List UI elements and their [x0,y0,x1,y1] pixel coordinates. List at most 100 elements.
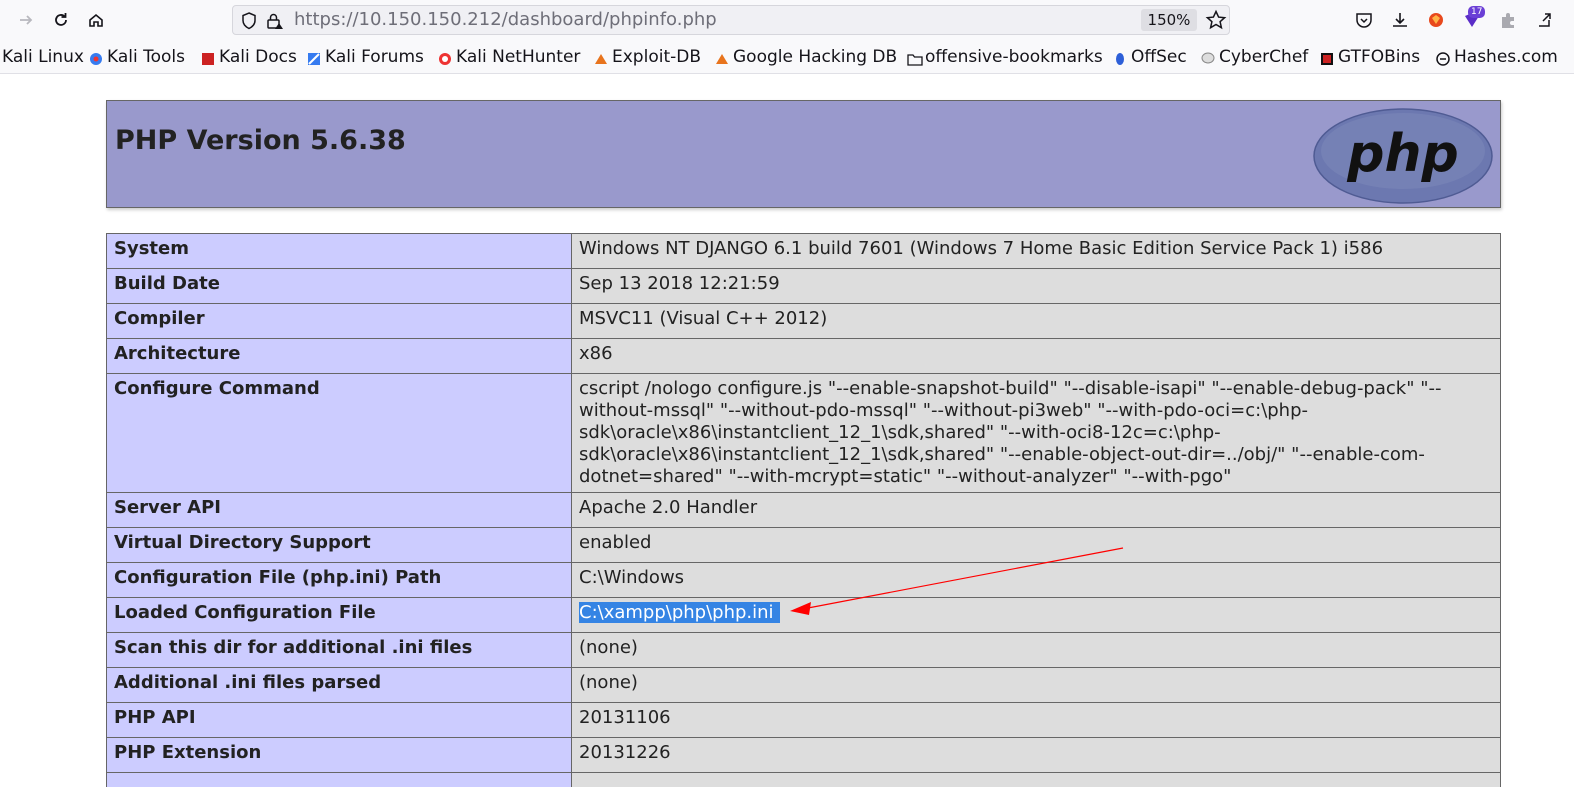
row-key: Loaded Configuration File [106,597,572,633]
ghdb-icon [715,50,729,64]
page-content: PHP Version 5.6.38 php System Windows NT … [0,74,1574,787]
url-scheme-host: https://10.150.150.212 [294,9,502,30]
table-row: System Windows NT DJANGO 6.1 build 7601 (… [106,233,1501,269]
table-row: Scan this dir for additional .ini files(… [106,632,1501,668]
bookmark-star-icon[interactable] [1205,9,1227,31]
row-value: C:\xampp\php\php.ini [571,597,1501,633]
foxyproxy-icon[interactable] [1424,8,1448,32]
bookmark-kali-tools[interactable]: Kali Tools [89,46,185,68]
row-value: C:\Windows [571,562,1501,598]
table-row: Loaded Configuration File C:\xampp\php\ph… [106,597,1501,633]
pocket-icon[interactable] [1352,8,1376,32]
row-value: x86 [571,338,1501,374]
kali-nethunter-icon [438,50,452,65]
row-key: Configuration File (php.ini) Path [106,562,572,598]
bookmark-cyberchef[interactable]: CyberChef [1201,46,1308,68]
row-value [571,772,1501,787]
php-logo-text: php [1346,124,1458,184]
exploit-db-icon [594,50,608,64]
selected-text[interactable]: C:\xampp\php\php.ini [579,602,780,623]
bookmark-exploit-db[interactable]: Exploit-DB [594,46,701,68]
row-key: Configure Command [106,373,572,493]
php-logo: php [1313,108,1493,204]
table-row: Virtual Directory Support enabled [106,527,1501,563]
page-title: PHP Version 5.6.38 [115,125,406,156]
shield-icon[interactable] [241,12,257,34]
row-value: enabled [571,527,1501,563]
download-icon[interactable] [1388,8,1412,32]
table-row [106,772,1501,787]
row-value: Windows NT DJANGO 6.1 build 7601 (Window… [571,233,1501,269]
table-row: Configuration File (php.ini) Path C:\Wind… [106,562,1501,598]
table-row: Build Date Sep 13 2018 12:21:59 [106,268,1501,304]
lock-warning-icon[interactable] [266,12,284,34]
address-bar[interactable]: https://10.150.150.212/dashboard/phpinfo… [232,5,1230,35]
row-key: System [106,233,572,269]
bookmark-label: Kali Tools [107,47,185,67]
browser-toolbar: https://10.150.150.212/dashboard/phpinfo… [0,0,1574,40]
gtfobins-icon [1320,50,1334,65]
kali-forums-icon [307,50,321,65]
zoom-level-button[interactable]: 150% [1141,9,1197,31]
kali-docs-icon [201,50,215,65]
bookmark-kali-docs[interactable]: Kali Docs [201,46,297,68]
row-key: Build Date [106,268,572,304]
table-row: Additional .ini files parsed (none) [106,667,1501,703]
phpinfo-header: PHP Version 5.6.38 php [106,100,1501,208]
row-value: cscript /nologo configure.js "--enable-s… [571,373,1501,493]
row-key: PHP API [106,702,572,738]
table-row: PHP Extension 20131226 [106,737,1501,773]
table-row: Architecture x86 [106,338,1501,374]
row-key: PHP Extension [106,737,572,773]
app-menu-icon[interactable] [1532,8,1556,32]
bookmark-label: Exploit-DB [612,47,701,67]
bookmark-label: Kali Linux [2,47,84,67]
url-text[interactable]: https://10.150.150.212/dashboard/phpinfo… [294,6,717,34]
table-row: Compiler MSVC11 (Visual C++ 2012) [106,303,1501,339]
row-value: 20131106 [571,702,1501,738]
cyberchef-icon [1201,50,1215,64]
hashes-icon [1436,50,1450,66]
row-key [106,772,572,787]
bookmark-label: Kali Docs [219,47,297,67]
bookmark-label: GTFOBins [1338,47,1421,67]
bookmark-kali-linux[interactable]: Kali Linux [2,46,84,68]
home-icon[interactable] [84,8,108,32]
bookmarks-toolbar: Kali Linux Kali Tools Kali Docs Kali For… [0,40,1574,74]
bookmark-label: CyberChef [1219,47,1309,67]
row-key: Compiler [106,303,572,339]
row-key: Virtual Directory Support [106,527,572,563]
bookmark-kali-nethunter[interactable]: Kali NetHunter [438,46,580,68]
bookmark-label: OffSec [1131,47,1187,67]
bookmark-offensive-bookmarks[interactable]: offensive-bookmarks [907,46,1103,68]
bookmark-gtfobins[interactable]: GTFOBins [1320,46,1420,68]
bookmark-label: Kali NetHunter [456,47,581,67]
row-value: Apache 2.0 Handler [571,492,1501,528]
bookmark-kali-forums[interactable]: Kali Forums [307,46,424,68]
table-row: PHP API 20131106 [106,702,1501,738]
row-key: Server API [106,492,572,528]
table-row: Server API Apache 2.0 Handler [106,492,1501,528]
kali-tools-icon [89,50,103,65]
forward-arrow-icon[interactable] [14,8,38,32]
bookmark-offsec[interactable]: OffSec [1113,46,1187,68]
bookmark-label: Kali Forums [325,47,424,67]
row-value: (none) [571,632,1501,668]
folder-icon [907,50,923,66]
bookmark-google-hacking-db[interactable]: Google Hacking DB [715,46,897,68]
row-value: (none) [571,667,1501,703]
reload-icon[interactable] [49,8,73,32]
phpinfo-table: System Windows NT DJANGO 6.1 build 7601 (… [106,233,1501,787]
bookmark-hashes-com[interactable]: Hashes.com [1436,46,1558,68]
table-row: Configure Command cscript /nologo configu… [106,373,1501,493]
row-value: MSVC11 (Visual C++ 2012) [571,303,1501,339]
row-value: 20131226 [571,737,1501,773]
row-key: Additional .ini files parsed [106,667,572,703]
bookmark-label: Google Hacking DB [733,47,898,67]
row-key: Architecture [106,338,572,374]
puzzle-extensions-icon[interactable] [1496,8,1520,32]
bookmark-label: Hashes.com [1454,47,1558,67]
row-value: Sep 13 2018 12:21:59 [571,268,1501,304]
row-key: Scan this dir for additional .ini files [106,632,572,668]
offsec-icon [1113,50,1127,65]
